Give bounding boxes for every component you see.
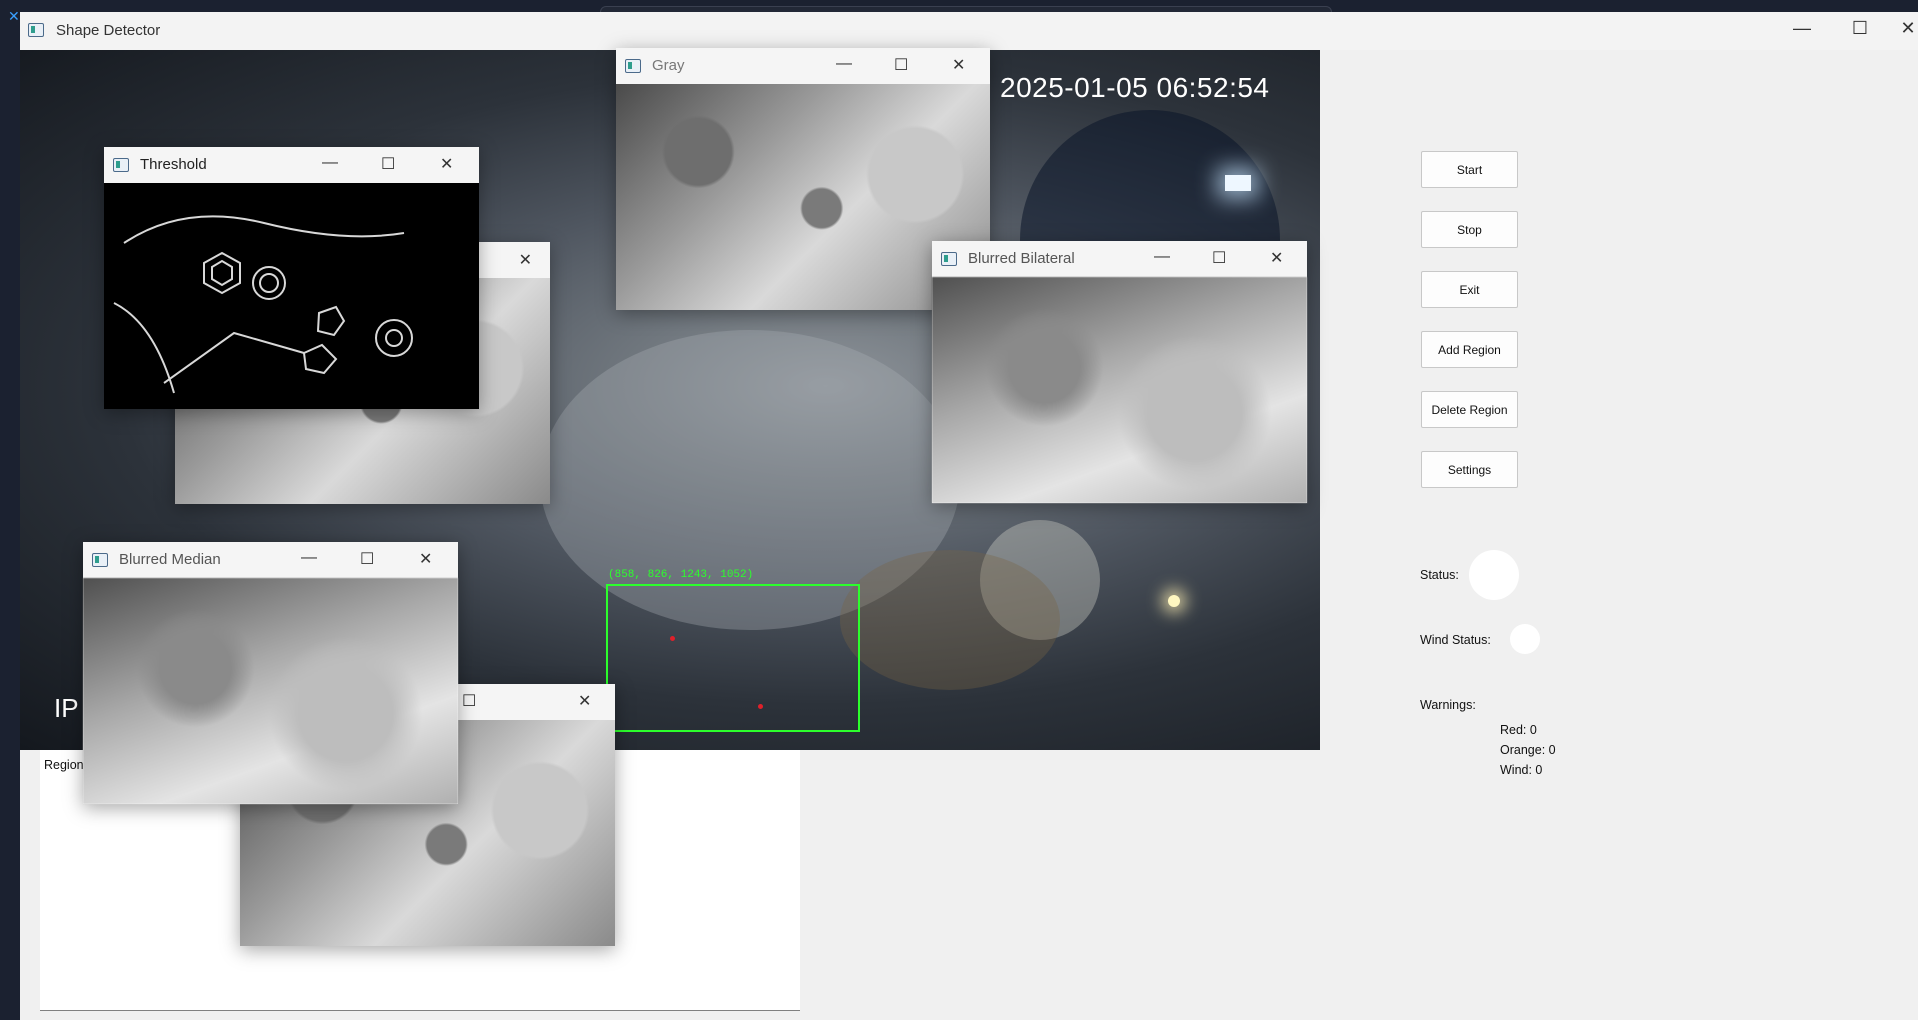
close-icon[interactable]: ✕ [419,549,432,569]
window-title: Shape Detector [56,22,161,39]
detection-marker [758,704,763,709]
scene-dirt [840,550,1060,690]
gray-window-titlebar: Gray — ☐ ✕ [616,48,990,84]
detection-marker [670,636,675,641]
threshold-edges [113,215,413,394]
blurred-bilateral-window: Blurred Bilateral — ☐ ✕ [932,241,1307,503]
maximize-icon[interactable]: ☐ [360,549,374,569]
blurred-median-image [83,578,458,804]
minimize-icon[interactable]: — [1154,248,1170,266]
blurred-median-window: Blurred Median — ☐ ✕ [83,542,458,804]
close-icon[interactable]: ✕ [519,250,532,270]
minimize-icon[interactable]: — [1780,18,1824,39]
threshold-window-title: Threshold [140,156,207,173]
blurred-median-window-title: Blurred Median [119,551,221,568]
close-icon[interactable]: ✕ [440,154,453,174]
start-button[interactable]: Start [1421,151,1518,188]
maximize-icon[interactable]: ☐ [894,55,908,75]
video-overlay-text: IP [54,693,79,723]
wind-status-label: Wind Status: [1420,633,1491,647]
maximize-icon[interactable]: ☐ [1838,18,1882,39]
status-indicator [1469,550,1519,600]
window-icon [941,252,957,266]
blurred-bilateral-window-title: Blurred Bilateral [968,250,1075,267]
roi-coordinates-label: (858, 826, 1243, 1052) [608,569,754,581]
wind-status-indicator [1510,624,1540,654]
window-icon [625,59,641,73]
video-timestamp: 2025-01-05 06:52:54 [1000,72,1270,103]
maximize-icon[interactable]: ☐ [462,691,476,711]
minimize-icon[interactable]: — [836,55,852,73]
status-label: Status: [1420,568,1459,582]
maximize-icon[interactable]: ☐ [381,154,395,174]
settings-button[interactable]: Settings [1421,451,1518,488]
minimize-icon[interactable]: — [301,549,317,567]
warnings-wind: Wind: 0 [1500,763,1543,777]
close-icon[interactable]: ✕ [578,691,591,711]
region-panel-label: Region [44,758,84,772]
scene-light [1168,595,1180,607]
delete-region-button[interactable]: Delete Region [1421,391,1518,428]
threshold-image [104,183,479,409]
exit-button[interactable]: Exit [1421,271,1518,308]
scene-floodlight [1225,175,1251,191]
warnings-label: Warnings: [1420,698,1476,712]
warnings-orange: Orange: 0 [1500,743,1556,757]
close-icon[interactable]: ✕ [1886,18,1918,39]
background-ide-sidebar [0,0,20,1020]
detection-region-box[interactable] [606,584,860,732]
blurred-median-window-titlebar: Blurred Median — ☐ ✕ [83,542,458,578]
blurred-bilateral-image [932,277,1307,503]
maximize-icon[interactable]: ☐ [1212,248,1226,268]
close-icon[interactable]: ✕ [1270,248,1283,268]
threshold-window-titlebar: Threshold — ☐ ✕ [104,147,479,183]
window-icon [113,158,129,172]
minimize-icon[interactable]: — [322,154,338,172]
blurred-bilateral-window-titlebar: Blurred Bilateral — ☐ ✕ [932,241,1307,277]
warnings-red: Red: 0 [1500,723,1537,737]
app-icon [28,23,44,37]
background-close-icon: ✕ [8,8,20,24]
window-icon [92,553,108,567]
threshold-window: Threshold — ☐ ✕ [104,147,479,409]
add-region-button[interactable]: Add Region [1421,331,1518,368]
stop-button[interactable]: Stop [1421,211,1518,248]
gray-window-title: Gray [652,57,685,74]
main-titlebar: Shape Detector — ☐ ✕ [20,12,1918,50]
close-icon[interactable]: ✕ [952,55,965,75]
